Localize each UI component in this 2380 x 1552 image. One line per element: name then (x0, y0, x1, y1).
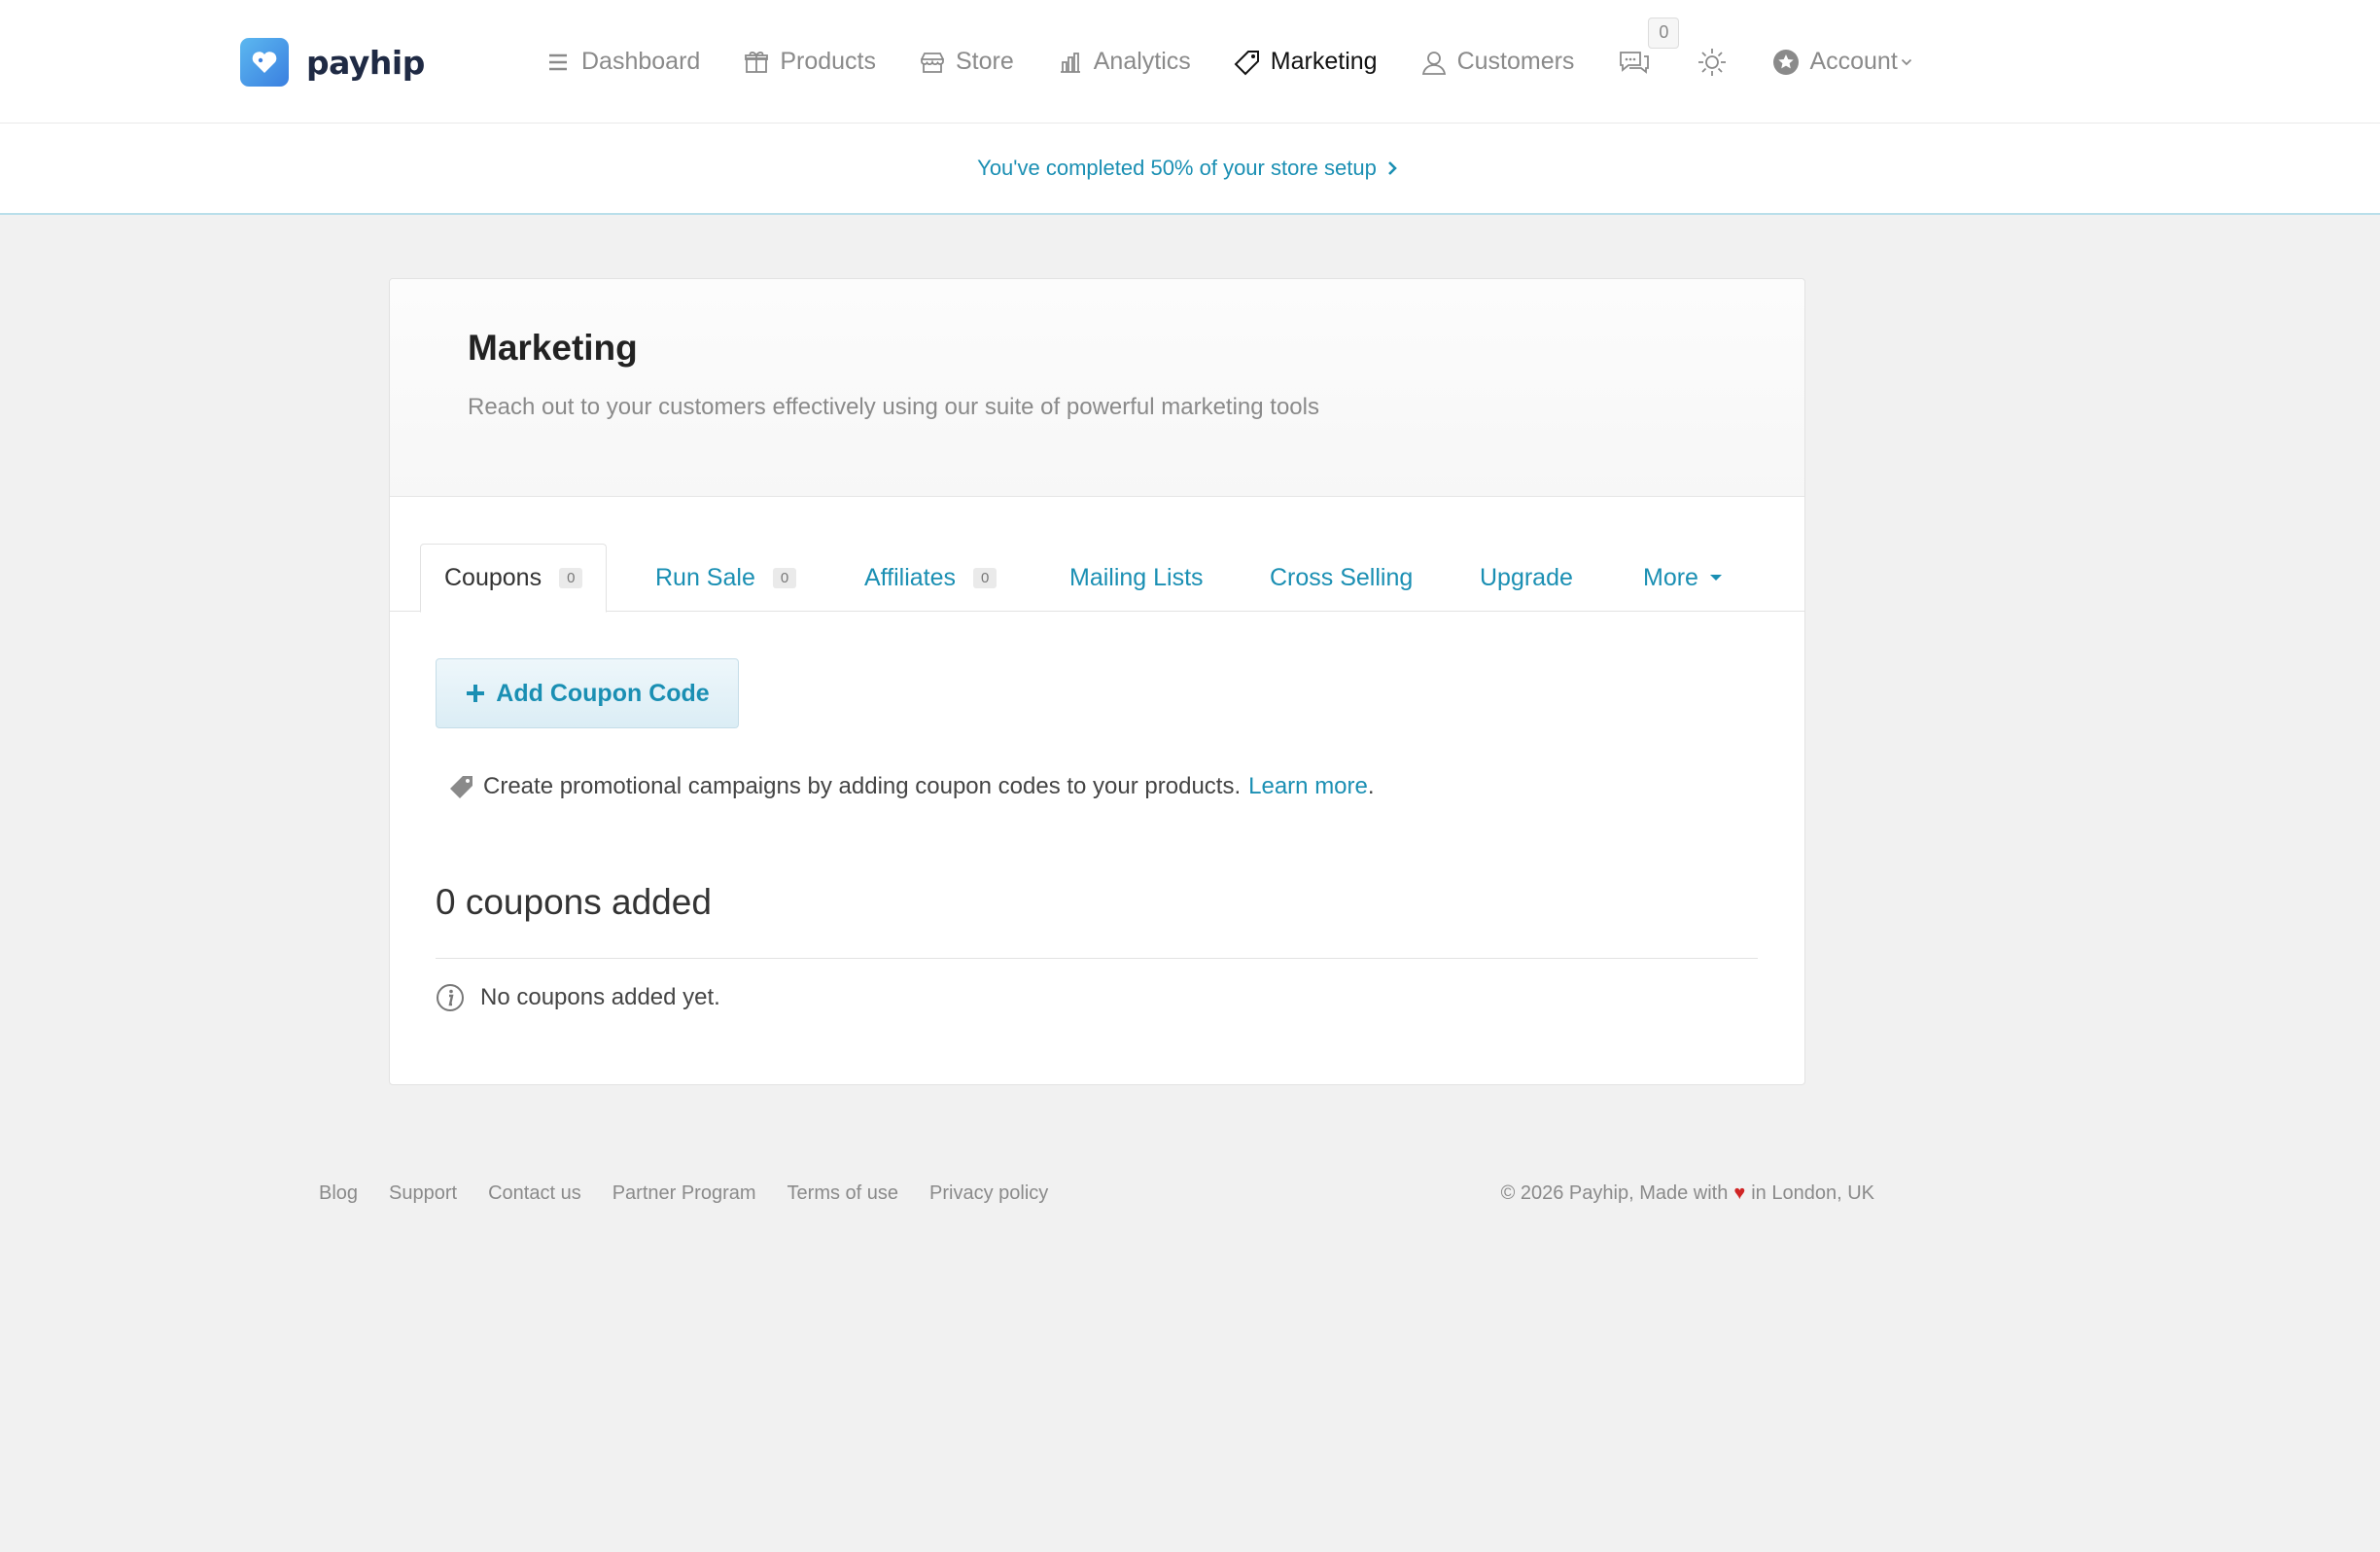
footer-link-privacy[interactable]: Privacy policy (929, 1182, 1048, 1205)
footer-link-support[interactable]: Support (389, 1182, 457, 1205)
divider (436, 958, 1758, 959)
nav-marketing[interactable]: Marketing (1234, 48, 1378, 76)
tag-icon (450, 776, 472, 798)
add-coupon-label: Add Coupon Code (496, 679, 710, 707)
tab-coupons-count: 0 (559, 568, 583, 588)
tab-run-sale-label: Run Sale (655, 563, 755, 591)
nav-marketing-label: Marketing (1270, 48, 1378, 75)
bar-chart-icon (1060, 52, 1080, 73)
tab-upgrade[interactable]: Upgrade (1480, 544, 1573, 612)
footer-link-terms[interactable]: Terms of use (788, 1182, 898, 1205)
tab-affiliates-label: Affiliates (864, 563, 957, 591)
footer-links: Blog Support Contact us Partner Program … (319, 1182, 1048, 1205)
marketing-header: Marketing Reach out to your customers ef… (390, 279, 1804, 497)
nav-analytics-label: Analytics (1093, 48, 1191, 75)
tab-coupons-label: Coupons (444, 564, 542, 591)
copyright-suffix: in London, UK (1751, 1182, 1874, 1204)
footer-link-partner[interactable]: Partner Program (612, 1182, 756, 1205)
marketing-tabs: Coupons 0 Run Sale 0 Affiliates 0 Mailin… (390, 544, 1804, 613)
footer: Blog Support Contact us Partner Program … (319, 1179, 1874, 1208)
account-badge-icon (1773, 49, 1800, 75)
empty-state-text: No coupons added yet. (480, 984, 720, 1010)
empty-state: No coupons added yet. (436, 983, 720, 1012)
tab-run-sale-count: 0 (772, 567, 797, 588)
info-circle-icon (437, 984, 464, 1011)
heart-tag-icon (240, 38, 289, 87)
tab-mailing-lists[interactable]: Mailing Lists (1069, 544, 1204, 612)
copyright: © 2026 Payhip, Made with ♥ in London, UK (1501, 1179, 1874, 1208)
nav-customers[interactable]: Customers (1420, 48, 1575, 76)
theme-toggle-button[interactable] (1695, 45, 1730, 80)
chat-bubbles-icon (1620, 51, 1650, 74)
tag-icon (1234, 50, 1259, 75)
tab-cross-selling-label: Cross Selling (1270, 563, 1414, 591)
store-setup-text: You've completed 50% of your store setup (977, 156, 1377, 180)
chevron-right-icon (1387, 161, 1397, 175)
tab-cross-selling[interactable]: Cross Selling (1270, 544, 1413, 612)
nav-store-label: Store (955, 48, 1014, 75)
gift-icon (745, 51, 769, 73)
account-menu[interactable]: Account (1772, 48, 1912, 76)
caret-down-icon (1709, 575, 1722, 581)
payhip-logo[interactable]: payhip (240, 37, 425, 88)
store-setup-banner: You've completed 50% of your store setup (0, 123, 2380, 215)
coupons-count-heading: 0 coupons added (436, 882, 712, 922)
account-label: Account (1809, 48, 1898, 75)
coupon-info-text: Create promotional campaigns by adding c… (483, 773, 1242, 799)
tab-affiliates-count: 0 (973, 567, 998, 588)
nav-products[interactable]: Products (743, 48, 876, 76)
coupon-info: Create promotional campaigns by adding c… (448, 773, 1375, 800)
tab-coupons[interactable]: Coupons 0 (420, 544, 608, 613)
page-title: Marketing (468, 328, 638, 368)
tab-affiliates[interactable]: Affiliates 0 (864, 544, 998, 612)
messages-count-badge: 0 (1648, 17, 1680, 49)
marketing-panel: Marketing Reach out to your customers ef… (389, 278, 1805, 1085)
tab-upgrade-label: Upgrade (1480, 563, 1573, 591)
nav-products-label: Products (780, 48, 876, 75)
learn-more-link[interactable]: Learn more (1248, 773, 1368, 800)
heart-icon: ♥ (1733, 1182, 1746, 1204)
menu-lines-icon (549, 53, 567, 70)
footer-link-blog[interactable]: Blog (319, 1182, 358, 1205)
add-coupon-button[interactable]: Add Coupon Code (436, 658, 739, 728)
nav-customers-label: Customers (1456, 48, 1575, 75)
info-period: . (1367, 773, 1375, 799)
tab-mailing-lists-label: Mailing Lists (1069, 563, 1204, 591)
page-subtitle: Reach out to your customers effectively … (468, 394, 1319, 420)
tab-more-label: More (1643, 563, 1698, 591)
nav-analytics[interactable]: Analytics (1057, 48, 1191, 76)
sun-icon (1698, 48, 1727, 76)
brand-name: payhip (306, 43, 425, 82)
nav-dashboard-label: Dashboard (581, 48, 701, 75)
copyright-prefix: © 2026 Payhip, Made with (1500, 1182, 1729, 1204)
messages-button[interactable]: 0 (1617, 17, 1680, 80)
main-nav: Dashboard Products Store Analytics Marke… (544, 0, 1956, 123)
user-icon (1421, 51, 1446, 75)
plus-icon (467, 685, 485, 702)
tab-more[interactable]: More (1643, 544, 1722, 612)
chevron-down-icon (1901, 58, 1911, 65)
storefront-icon (921, 52, 944, 73)
nav-store[interactable]: Store (919, 48, 1014, 76)
footer-link-contact[interactable]: Contact us (488, 1182, 581, 1205)
store-setup-link[interactable]: You've completed 50% of your store setup (977, 156, 1398, 181)
top-navigation-bar: payhip Dashboard Products Store Analytic… (0, 0, 2380, 123)
nav-dashboard[interactable]: Dashboard (544, 48, 700, 76)
tab-run-sale[interactable]: Run Sale 0 (655, 544, 797, 612)
